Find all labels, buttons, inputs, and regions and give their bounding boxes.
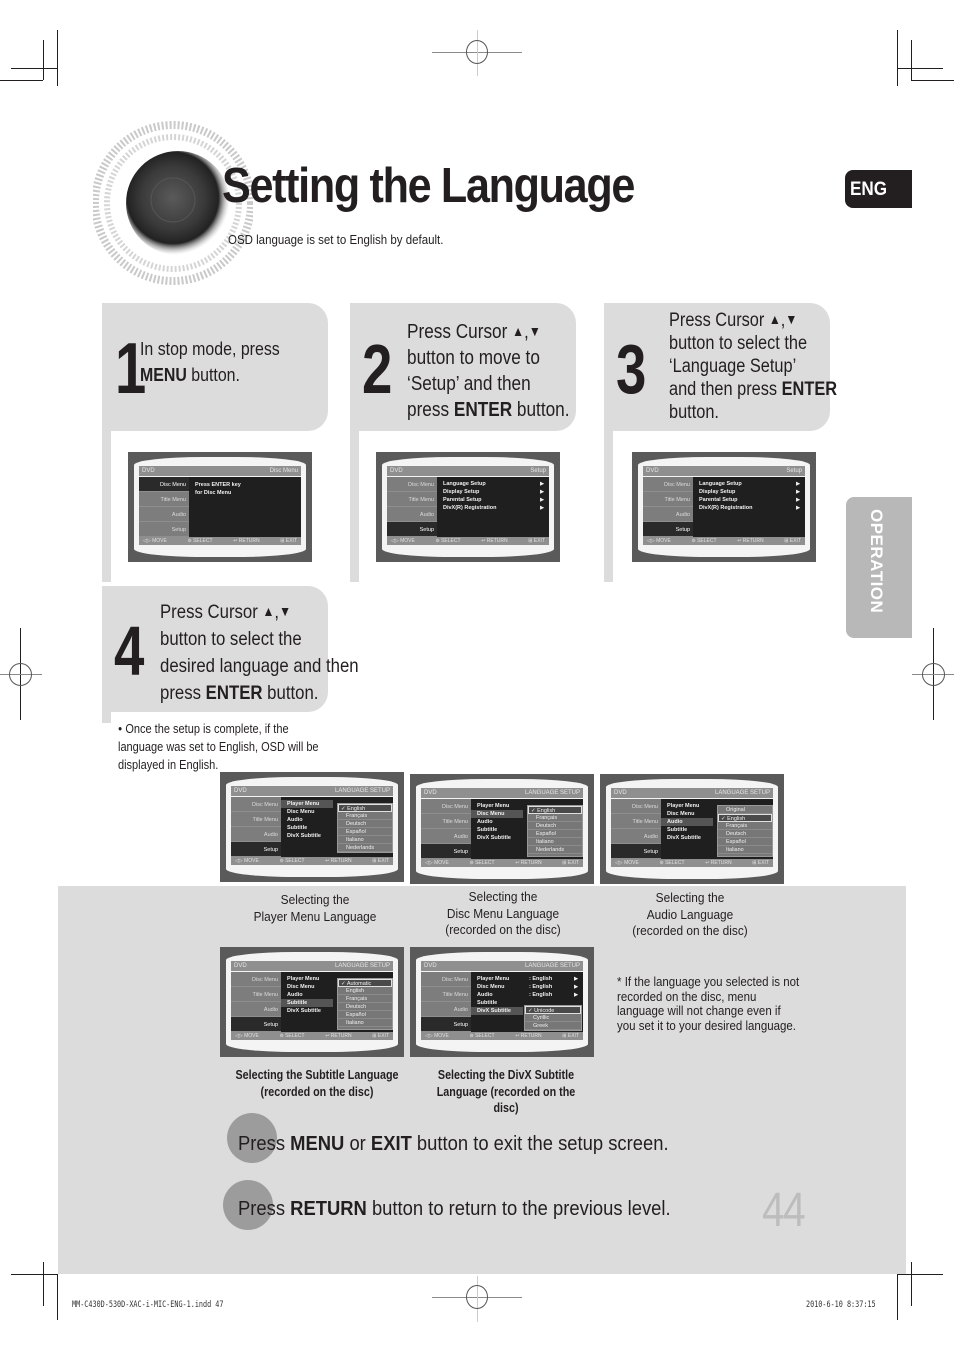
language-tab: ENG — [845, 170, 912, 208]
caption-player-menu: Selecting the Player Menu Language — [253, 893, 377, 924]
osd-screen-player-menu-language: DVD LANGUAGE SETUP Disc Menu Title Menu Aud… — [220, 772, 404, 882]
page-number: 44 — [762, 1184, 806, 1237]
crop-mark — [897, 68, 943, 69]
down-arrow-icon: ▼ — [785, 311, 798, 327]
crop-mark — [911, 40, 912, 80]
exit-instruction: Press MENU or EXIT button to exit the se… — [238, 1133, 669, 1155]
footer-filename: MM-C430D-530D-XAC-i-MIC-ENG-1.indd 47 — [72, 1300, 224, 1310]
page-title: Setting the Language — [222, 159, 635, 213]
step-number: 4 — [114, 612, 145, 690]
step-4-text: Press Cursor ▲,▼ button to select the de… — [160, 601, 359, 704]
osd-screen-setup-2: DVD Setup Disc Menu Title Menu Audio Setup L… — [632, 452, 816, 562]
footer-timestamp: 2010-6-10 8:37:15 — [806, 1300, 876, 1310]
crop-mark — [897, 1274, 943, 1275]
down-arrow-icon: ▼ — [279, 603, 292, 619]
crop-mark — [43, 40, 44, 80]
step-1-stem — [102, 430, 111, 582]
section-tab: OPERATION — [846, 497, 912, 638]
up-arrow-icon: ▲ — [262, 603, 275, 619]
osd-screen-divx-subtitle-language: DVD LANGUAGE SETUP Disc Menu Title Menu Aud… — [410, 947, 594, 1057]
registration-circle — [466, 1285, 488, 1309]
star-note: * If the language you selected is not re… — [617, 975, 800, 1033]
crop-mark — [897, 1274, 898, 1320]
page-subtitle: OSD language is set to English by defaul… — [228, 233, 444, 247]
down-arrow-icon: ▼ — [528, 323, 541, 339]
caption-divx-subtitle: Selecting the DivX Subtitle Language (rec… — [436, 1068, 576, 1115]
osd-screen-disc-menu: DVD Disc Menu Disc Menu Title Menu Audio Set… — [128, 452, 312, 562]
registration-circle — [466, 40, 488, 64]
osd-screen-setup: DVD Setup Disc Menu Title Menu Audio Setup L… — [376, 452, 560, 562]
caption-audio: Selecting the Audio Language (recorded on … — [632, 891, 748, 938]
crop-mark — [911, 1262, 912, 1306]
crop-mark — [11, 1274, 57, 1275]
asterisk-icon: * — [617, 975, 622, 989]
step-2-text: Press Cursor ▲,▼ button to move to ‘Setu… — [407, 321, 570, 421]
osd-screen-audio-language: DVD LANGUAGE SETUP Disc Menu Title Menu Aud… — [600, 774, 784, 884]
step-4-note: ● Once the setup is complete, if the lan… — [118, 722, 319, 772]
crop-mark — [0, 80, 43, 81]
step-3-stem — [604, 430, 613, 582]
osd-screen-subtitle-language: DVD LANGUAGE SETUP Disc Menu Title Menu Aud… — [220, 947, 404, 1057]
crop-mark — [57, 1274, 58, 1320]
registration-circle — [9, 663, 32, 686]
step-2-stem — [350, 430, 359, 582]
caption-disc-menu: Selecting the Disc Menu Language (recorded… — [445, 890, 561, 937]
step-3-text: Press Cursor ▲,▼ button to select the ‘L… — [669, 310, 838, 423]
step-number: 3 — [616, 330, 647, 408]
osd-screen-disc-menu-language: DVD LANGUAGE SETUP Disc Menu Title Menu Aud… — [410, 774, 594, 884]
crop-mark — [897, 30, 898, 86]
return-instruction: Press RETURN button to return to the pre… — [238, 1198, 671, 1220]
step-4-stem — [102, 711, 111, 723]
bullet-icon: ● — [118, 724, 123, 733]
up-arrow-icon: ▲ — [512, 323, 525, 339]
crop-mark — [57, 30, 58, 86]
up-arrow-icon: ▲ — [768, 311, 781, 327]
caption-subtitle: Selecting the Subtitle Language (recorded… — [235, 1068, 399, 1099]
crop-mark — [43, 1262, 44, 1306]
step-number: 2 — [362, 330, 393, 408]
crop-mark — [11, 68, 57, 69]
crop-mark — [911, 80, 954, 81]
step-1-text: In stop mode, press MENU button. — [140, 338, 280, 385]
registration-circle — [922, 663, 945, 686]
